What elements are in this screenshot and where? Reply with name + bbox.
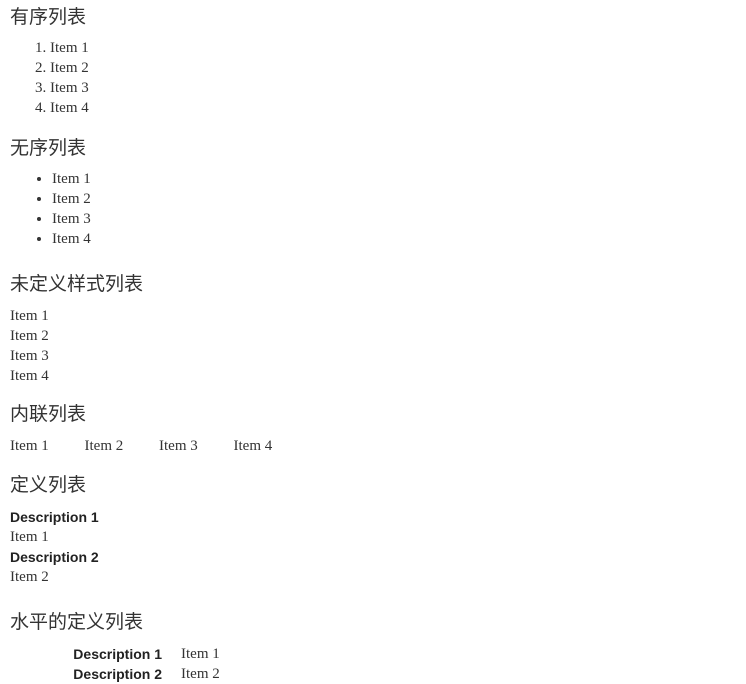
list-item: Item 1 <box>50 38 746 58</box>
list-item: Item 2 <box>10 327 49 344</box>
unordered-list: Item 1 Item 2 Item 3 Item 4 <box>0 169 746 249</box>
section-unordered-list: 无序列表 Item 1 Item 2 Item 3 Item 4 <box>0 137 746 249</box>
list-item: Item 4 <box>50 98 746 118</box>
inline-list: Item 1 Item 2 Item 3 Item 4 <box>0 436 746 457</box>
section-definition-list: 定义列表 Description 1 Item 1 Description 2 … <box>0 474 746 587</box>
list-item: Item 4 <box>10 367 49 384</box>
horizontal-definition-list: Description 1 Item 1 Description 2 Item … <box>0 644 746 684</box>
list-item: Item 2 <box>84 437 124 454</box>
heading-definition-list: 定义列表 <box>10 474 87 496</box>
heading-inline-list: 内联列表 <box>10 403 87 425</box>
heading-unordered-list: 无序列表 <box>10 137 87 159</box>
section-ordered-list: 有序列表 Item 1 Item 2 Item 3 Item 4 <box>0 0 746 118</box>
section-unstyled-list: 未定义样式列表 Item 1 Item 2 Item 3 Item 4 <box>0 273 746 386</box>
definition-description: Item 1 <box>181 645 220 662</box>
definition-term: Description 1 <box>73 645 162 662</box>
definition-list: Description 1 Item 1 Description 2 Item … <box>0 507 746 587</box>
definition-description: Item 2 <box>181 665 220 682</box>
list-item: Item 2 <box>52 189 746 209</box>
list-item: Item 1 <box>52 169 746 189</box>
page-content: 有序列表 Item 1 Item 2 Item 3 Item 4 无序列表 It… <box>0 0 746 684</box>
section-horizontal-definition-list: 水平的定义列表 Description 1 Item 1 Description… <box>0 612 746 684</box>
list-item: Item 3 <box>52 209 746 229</box>
list-item: Item 3 <box>159 437 198 454</box>
list-item: Item 1 <box>10 307 49 324</box>
section-inline-list: 内联列表 Item 1 Item 2 Item 3 Item 4 <box>0 403 746 457</box>
heading-unstyled-list: 未定义样式列表 <box>10 273 144 295</box>
list-item: Item 3 <box>10 347 49 364</box>
list-item: Item 4 <box>233 437 273 454</box>
ordered-list: Item 1 Item 2 Item 3 Item 4 <box>0 38 746 118</box>
definition-term: Description 1 <box>10 508 99 525</box>
definition-description: Item 1 <box>10 528 49 545</box>
list-item: Item 3 <box>50 78 746 98</box>
definition-description: Item 2 <box>10 568 49 585</box>
definition-term: Description 2 <box>10 548 99 565</box>
unstyled-list: Item 1 Item 2 Item 3 Item 4 <box>0 306 746 386</box>
list-item: Item 4 <box>52 229 746 249</box>
list-item: Item 2 <box>50 58 746 78</box>
definition-term: Description 2 <box>73 665 162 682</box>
list-item: Item 1 <box>10 437 49 454</box>
heading-ordered-list: 有序列表 <box>10 7 87 28</box>
